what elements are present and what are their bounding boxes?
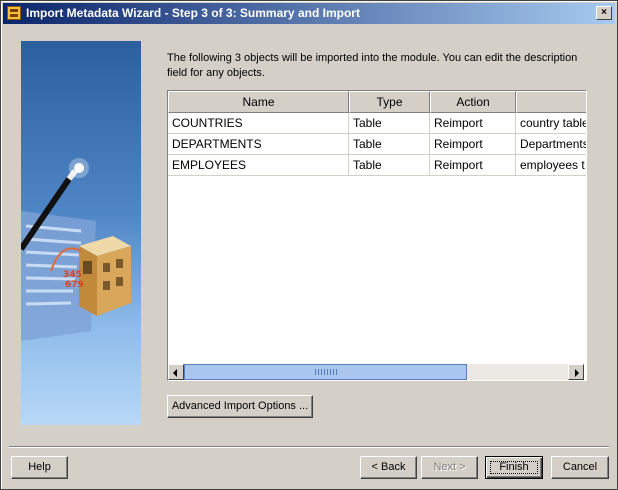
back-button[interactable]: < Back: [360, 456, 417, 479]
summary-description: The following 3 objects will be imported…: [167, 52, 578, 79]
arrow-left-icon: [173, 369, 177, 377]
column-header-type[interactable]: Type: [349, 91, 430, 113]
scroll-thumb[interactable]: [184, 364, 467, 380]
table-row[interactable]: COUNTRIES Table Reimport country table: [168, 113, 586, 134]
arrow-right-icon: [575, 369, 579, 377]
grip-icon: [315, 369, 337, 375]
scroll-right-button[interactable]: [568, 364, 584, 380]
cell-description[interactable]: country table: [516, 113, 586, 134]
objects-table[interactable]: Name Type Action COUNTRIES Table Reimpor…: [167, 90, 587, 381]
column-header-action[interactable]: Action: [430, 91, 516, 113]
table-row[interactable]: EMPLOYEES Table Reimport employees t: [168, 155, 586, 176]
help-button[interactable]: Help: [11, 456, 68, 479]
finish-button[interactable]: Finish: [485, 456, 543, 479]
column-header-description[interactable]: [516, 91, 586, 113]
table-row[interactable]: DEPARTMENTS Table Reimport Departments: [168, 134, 586, 155]
close-button[interactable]: ×: [596, 6, 612, 20]
window-title: Import Metadata Wizard - Step 3 of 3: Su…: [26, 6, 360, 20]
cell-name: EMPLOYEES: [168, 155, 349, 176]
cell-description[interactable]: Departments: [516, 134, 586, 155]
cell-type: Table: [349, 113, 430, 134]
column-header-name[interactable]: Name: [168, 91, 349, 113]
cell-type: Table: [349, 155, 430, 176]
cell-description[interactable]: employees t: [516, 155, 586, 176]
cell-action[interactable]: Reimport: [430, 113, 516, 134]
wizard-side-illustration: 345 679: [21, 41, 141, 425]
cell-name: DEPARTMENTS: [168, 134, 349, 155]
wand-building-illustration-icon: 345 679: [21, 158, 131, 341]
cell-type: Table: [349, 134, 430, 155]
footer-separator: [9, 446, 609, 448]
cell-name: COUNTRIES: [168, 113, 349, 134]
table-header: Name Type Action: [168, 91, 586, 113]
focus-rect: [490, 461, 538, 474]
cell-action[interactable]: Reimport: [430, 134, 516, 155]
advanced-import-options-button[interactable]: Advanced Import Options ...: [167, 395, 313, 418]
svg-text:679: 679: [65, 280, 84, 290]
wizard-window: Import Metadata Wizard - Step 3 of 3: Su…: [0, 0, 618, 490]
svg-text:345: 345: [63, 270, 82, 280]
wizard-app-icon: [7, 6, 21, 20]
title-bar[interactable]: Import Metadata Wizard - Step 3 of 3: Su…: [3, 3, 615, 24]
next-button[interactable]: Next >: [421, 456, 478, 479]
scroll-left-button[interactable]: [168, 364, 184, 380]
horizontal-scrollbar[interactable]: [168, 364, 584, 380]
cancel-button[interactable]: Cancel: [551, 456, 609, 479]
cell-action[interactable]: Reimport: [430, 155, 516, 176]
